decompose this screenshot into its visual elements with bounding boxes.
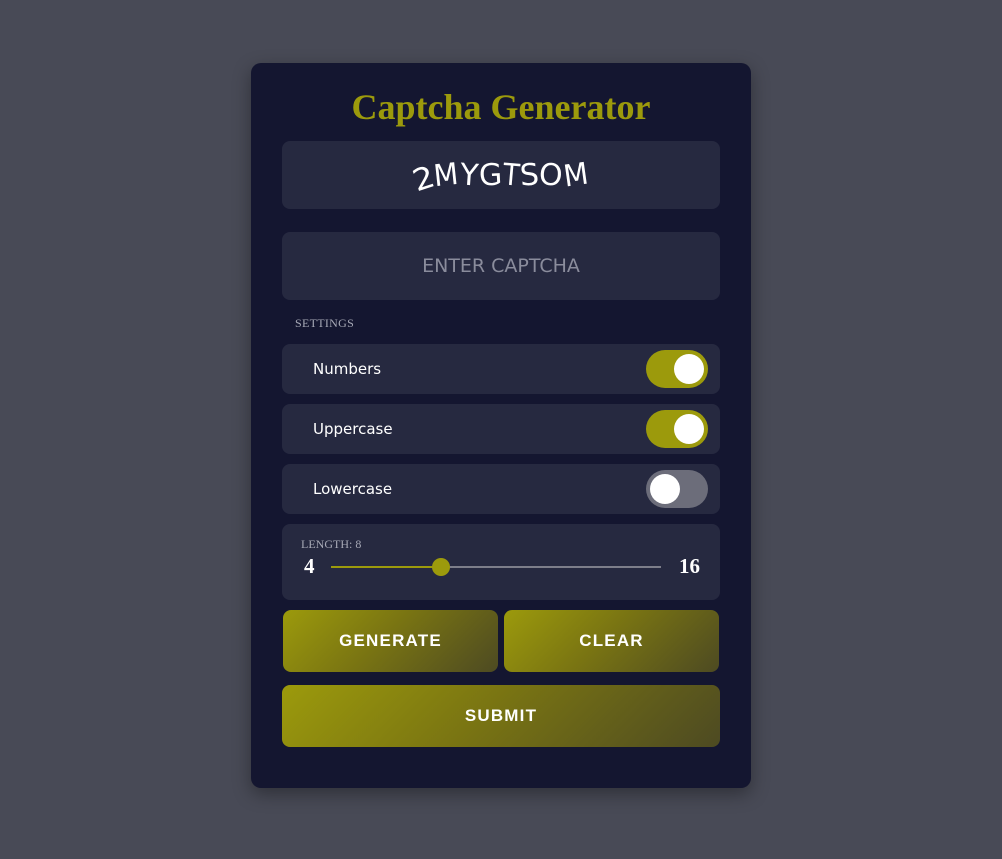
captcha-input[interactable] [282, 232, 720, 300]
length-setting: LENGTH: 8 4 16 [282, 524, 720, 600]
captcha-char: M [432, 156, 461, 194]
toggle-knob [674, 414, 704, 444]
length-min-label: 4 [304, 554, 315, 578]
captcha-char: M [561, 155, 591, 195]
setting-row-lowercase: Lowercase [282, 464, 720, 514]
setting-row-numbers: Numbers [282, 344, 720, 394]
captcha-char: G [477, 156, 503, 194]
settings-heading: SETTINGS [295, 316, 355, 330]
setting-label-lowercase: Lowercase [313, 480, 393, 498]
length-slider[interactable] [331, 558, 661, 576]
page-title: Captcha Generator [351, 87, 651, 127]
captcha-display: 2 M Y G T S O M [282, 141, 720, 209]
captcha-char: S [518, 156, 541, 194]
captcha-text: 2 M Y G T S O M [409, 155, 591, 199]
clear-button[interactable]: CLEAR [504, 610, 719, 672]
slider-fill [331, 566, 441, 568]
generate-button[interactable]: GENERATE [283, 610, 498, 672]
slider-thumb[interactable] [432, 558, 450, 576]
toggle-knob [674, 354, 704, 384]
length-max-label: 16 [679, 554, 700, 578]
captcha-char: T [501, 156, 521, 194]
setting-label-numbers: Numbers [313, 360, 382, 378]
setting-label-uppercase: Uppercase [313, 420, 393, 438]
length-label: LENGTH: 8 [301, 537, 362, 551]
numbers-toggle[interactable] [646, 350, 708, 388]
uppercase-toggle[interactable] [646, 410, 708, 448]
toggle-knob [650, 474, 680, 504]
lowercase-toggle[interactable] [646, 470, 708, 508]
captcha-char: Y [459, 156, 480, 194]
submit-button[interactable]: SUBMIT [282, 685, 720, 747]
captcha-card: Captcha Generator 2 M Y G T S O M SETTIN… [251, 63, 751, 788]
setting-row-uppercase: Uppercase [282, 404, 720, 454]
captcha-char: O [538, 156, 564, 194]
